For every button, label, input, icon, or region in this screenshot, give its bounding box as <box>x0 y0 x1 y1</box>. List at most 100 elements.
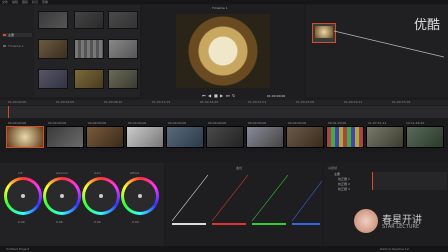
clip-tc: 12:11:48:10 <box>406 121 425 125</box>
clip-tc: 11:07:41:11 <box>368 121 387 125</box>
play-reverse-icon[interactable]: ◀ <box>208 93 211 98</box>
clip-thumbnail[interactable] <box>366 126 404 148</box>
lift-value: 0.00 <box>18 220 25 224</box>
lift-wheel[interactable] <box>4 177 42 215</box>
ruler-tick: 01:00:25:06 <box>296 100 315 104</box>
clip-tc: 00:00:00:00 <box>288 121 307 125</box>
clip-tc: 00:01:00:00 <box>328 121 347 125</box>
clip-thumbnail[interactable] <box>406 126 444 148</box>
curves-title: 曲线 <box>236 166 243 170</box>
skip-forward-icon[interactable]: ⏭ <box>226 93 230 98</box>
menu-file[interactable]: 文件 <box>2 0 8 4</box>
gain-value: 0.00 <box>94 220 101 224</box>
clip-thumb[interactable] <box>74 69 104 89</box>
keyframe-row[interactable]: 主要 <box>334 172 340 176</box>
media-pool-bins: 主要 Timeline 1 <box>0 5 34 97</box>
clip-tc: 00:00:00:00 <box>128 121 147 125</box>
clip-thumb[interactable] <box>74 39 104 59</box>
ruler-tick: 01:00:08:10 <box>104 100 123 104</box>
clip-thumb[interactable] <box>38 39 68 59</box>
clip-tc: 00:00:00:00 <box>208 121 227 125</box>
timeline-track[interactable] <box>0 106 448 118</box>
node-editor: 优酷 <box>306 5 448 97</box>
ruler-tick: 01:00:16:20 <box>200 100 219 104</box>
viewer-panel: Timeline 1 ⏮ ◀ ■ ▶ ⏭ ↻ 01:00:00:00 <box>142 5 304 100</box>
gamma-wheel[interactable] <box>43 177 81 215</box>
keyframes-title: 关键帧 <box>328 166 338 170</box>
clip-thumbnail[interactable] <box>86 126 124 148</box>
watermark-brand: 优酷 <box>413 18 440 33</box>
viewer-title: Timeline 1 <box>212 6 228 10</box>
clip-thumb[interactable] <box>108 11 138 29</box>
watermark-school-en: STAR LECTURE <box>382 224 420 230</box>
play-icon[interactable]: ▶ <box>220 93 223 98</box>
clip-thumb[interactable] <box>38 69 68 89</box>
curve-g-bar[interactable] <box>252 223 286 225</box>
ruler-tick: 01:00:21:01 <box>248 100 267 104</box>
menu-edit[interactable]: 编辑 <box>12 0 18 4</box>
menu-bar <box>0 0 448 4</box>
curve-r-bar[interactable] <box>212 223 246 225</box>
bin-label-master: 主要 <box>8 33 15 37</box>
viewer-timecode: 01:00:00:00 <box>267 94 286 98</box>
keyframes-panel: 关键帧 主要 校正器 1 校正器 2 校正器 3 春星开讲 STAR LECTU… <box>324 163 448 252</box>
clip-thumbnail[interactable] <box>246 126 284 148</box>
node-thumbnail <box>315 26 333 38</box>
stop-icon[interactable]: ■ <box>214 93 218 98</box>
wheel-label-gamma: Gamma <box>56 171 68 175</box>
gamma-value: 0.00 <box>56 220 63 224</box>
menu-track[interactable]: 跟踪 <box>22 0 28 4</box>
app-name: DaVinci Resolve 12 <box>380 247 409 251</box>
clip-thumb[interactable] <box>108 69 138 89</box>
clip-tc: 00:00:00:00 <box>48 121 67 125</box>
clip-thumbnail[interactable] <box>326 126 364 148</box>
bin-label-timeline[interactable]: Timeline 1 <box>8 44 24 48</box>
timeline-ruler: 01:00:00:00 01:00:04:05 01:00:08:10 01:0… <box>0 100 448 105</box>
ruler-tick: 01:00:00:00 <box>8 100 27 104</box>
ruler-tick: 01:00:12:15 <box>152 100 171 104</box>
clip-tc: 00:00:00:00 <box>168 121 187 125</box>
clip-thumbnail[interactable] <box>6 126 44 148</box>
clip-tc: 00:00:00:00 <box>88 121 107 125</box>
keyframe-row[interactable]: 校正器 3 <box>338 187 350 191</box>
gain-wheel[interactable] <box>82 177 120 215</box>
clip-thumbnail[interactable] <box>286 126 324 148</box>
offset-wheel[interactable] <box>121 177 159 215</box>
viewer-image <box>176 14 270 88</box>
wheel-label-gain: Gain <box>94 171 101 175</box>
ruler-tick: 01:00:04:05 <box>56 100 75 104</box>
loop-icon[interactable]: ↻ <box>232 93 235 98</box>
ruler-tick: 01:00:29:11 <box>344 100 363 104</box>
timeline-icon <box>3 45 6 47</box>
keyframe-track <box>372 172 447 190</box>
clip-thumb[interactable] <box>108 39 138 59</box>
node-01[interactable] <box>312 23 336 43</box>
curves-graph[interactable] <box>172 175 322 221</box>
project-name: Untitled Project <box>6 247 30 251</box>
ruler-tick: 01:00:33:16 <box>392 100 411 104</box>
keyframe-row[interactable]: 校正器 1 <box>338 177 350 181</box>
wheel-label-lift: Lift <box>18 171 23 175</box>
curves-panel: 曲线 <box>166 163 322 252</box>
skip-back-icon[interactable]: ⏮ <box>202 93 206 98</box>
clip-thumb[interactable] <box>74 11 104 29</box>
clip-thumbnail[interactable] <box>46 126 84 148</box>
clip-thumb[interactable] <box>38 11 68 29</box>
clip-thumbnail[interactable] <box>126 126 164 148</box>
clip-tc: 00:00:00:00 <box>8 121 27 125</box>
offset-value: 0.00 <box>132 220 139 224</box>
clip-tc: 00:00:00:00 <box>248 121 267 125</box>
clip-thumbnail[interactable] <box>166 126 204 148</box>
curve-b-bar[interactable] <box>292 223 320 225</box>
avatar <box>354 209 378 233</box>
menu-mark[interactable]: 标记 <box>32 0 38 4</box>
keyframe-row[interactable]: 校正器 2 <box>338 182 350 186</box>
bin-item-master[interactable] <box>2 33 32 37</box>
curve-y-bar[interactable] <box>172 223 206 225</box>
playhead[interactable] <box>8 106 9 118</box>
clip-thumbnail[interactable] <box>206 126 244 148</box>
folder-icon <box>3 34 6 36</box>
wheel-label-offset: Offset <box>130 171 140 175</box>
media-pool-grid <box>34 5 140 97</box>
menu-view[interactable]: 查看 <box>42 0 48 4</box>
